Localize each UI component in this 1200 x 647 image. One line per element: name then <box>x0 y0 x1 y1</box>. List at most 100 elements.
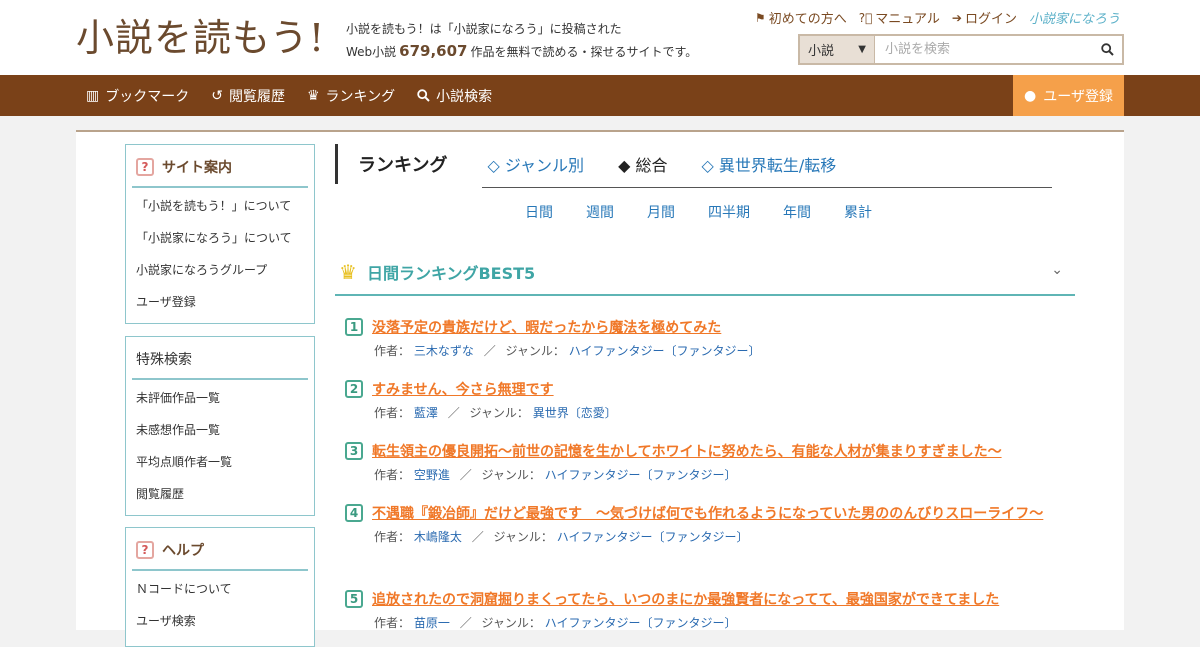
beginner-icon: ⚑ <box>754 10 766 25</box>
login-label: ログイン <box>964 12 1017 27</box>
sidebar-item-user-register[interactable]: ユーザ登録 <box>136 292 304 324</box>
author-link[interactable]: 苗原一 <box>414 616 450 630</box>
sidebar-item-avg-authors[interactable]: 平均点順作者一覧 <box>136 452 304 484</box>
sidebar-site-guide-header: ? サイト案内 <box>132 145 308 188</box>
sidebar-item-about-narou[interactable]: 「小説家になろう」について <box>136 228 304 260</box>
history-icon: ↺ <box>211 87 223 104</box>
work-count: 679,607 <box>399 42 468 60</box>
search-category-value: 小説 <box>808 44 835 59</box>
tab-overall[interactable]: ◆ 総合 <box>618 152 667 176</box>
sidebar-item-ncode[interactable]: Ｎコードについて <box>136 579 304 611</box>
genre-link[interactable]: ハイファンタジー〔ファンタジー〕 <box>545 616 737 630</box>
sidebar-item-narou-group[interactable]: 小説家になろうグループ <box>136 260 304 292</box>
manual-label: マニュアル <box>875 12 940 27</box>
genre-label: ジャンル： <box>481 616 541 630</box>
question-icon: ? <box>136 541 154 559</box>
nav-history[interactable]: ↺ 閲覧履歴 <box>211 86 285 106</box>
crown-icon: ♛ <box>339 260 357 284</box>
tagline-post: 作品を無料で読める・探せるサイトです。 <box>470 45 698 59</box>
search-category-select[interactable]: 小説 ▼ <box>800 36 875 63</box>
meta-separator: ／ <box>459 468 472 482</box>
author-label: 作者： <box>374 530 411 544</box>
search-box: 小説 ▼ <box>798 34 1124 65</box>
period-daily[interactable]: 日間 <box>525 202 553 222</box>
genre-label: ジャンル： <box>481 468 541 482</box>
genre-link[interactable]: 異世界〔恋愛〕 <box>533 406 617 420</box>
register-label: ユーザ登録 <box>1043 88 1113 105</box>
meta-separator: ／ <box>483 344 496 358</box>
beginner-label: 初めての方へ <box>768 12 847 27</box>
entry-title-link[interactable]: 転生領主の優良開拓〜前世の記憶を生かしてホワイトに努めたら、有能な人材が集まりす… <box>372 440 1002 464</box>
tagline-line1: 小説を読もう！は「小説家になろう」に投稿された <box>346 22 622 36</box>
genre-link[interactable]: ハイファンタジー〔ファンタジー〕 <box>557 530 749 544</box>
sidebar-item-unrated[interactable]: 未評価作品一覧 <box>136 388 304 420</box>
ranking-entry: 2 すみません、今さら無理です 作者： 藍澤 ／ ジャンル： 異世界〔恋愛〕 <box>345 378 1065 423</box>
chevron-down-icon: ▼ <box>858 44 866 55</box>
entry-title-link[interactable]: 不遇職『鍛冶師』だけど最強です ～気づけば何でも作れるようになっていた男ののんび… <box>372 502 1043 526</box>
tab-isekai[interactable]: ◇ 異世界転生/転移 <box>701 152 836 176</box>
chevron-down-icon[interactable]: ⌄ <box>1051 262 1063 278</box>
entry-meta: 作者： 木嶋隆太 ／ ジャンル： ハイファンタジー〔ファンタジー〕 <box>374 527 1065 547</box>
genre-link[interactable]: ハイファンタジー〔ファンタジー〕 <box>545 468 737 482</box>
rank-badge: 4 <box>345 504 363 522</box>
sidebar-item-no-review[interactable]: 未感想作品一覧 <box>136 420 304 452</box>
period-quarterly[interactable]: 四半期 <box>708 202 750 222</box>
entry-title-link[interactable]: 没落予定の貴族だけど、暇だったから魔法を極めてみた <box>372 316 721 340</box>
search-input[interactable] <box>875 36 1092 63</box>
nav-search[interactable]: 小説検索 <box>417 86 492 106</box>
entry-meta: 作者： 藍澤 ／ ジャンル： 異世界〔恋愛〕 <box>374 403 1065 423</box>
entry-meta: 作者： 空野進 ／ ジャンル： ハイファンタジー〔ファンタジー〕 <box>374 465 1065 485</box>
site-logo[interactable]: 小説を読もう! <box>76 14 325 62</box>
top-links: ⚑ 初めての方へ ?⃝ マニュアル ➔ ログイン 小説家になろう <box>754 8 1120 28</box>
nav-search-label: 小説検索 <box>436 88 493 105</box>
period-yearly[interactable]: 年間 <box>783 202 811 222</box>
sidebar-item-user-search[interactable]: ユーザ検索 <box>136 611 304 643</box>
best5-header[interactable]: ♛ 日間ランキングBEST5 ⌄ <box>335 250 1075 296</box>
entry-title-link[interactable]: すみません、今さら無理です <box>372 378 554 402</box>
entry-title-link[interactable]: 追放されたので洞窟掘りまくってたら、いつのまにか最強賢者になってて、最強国家がで… <box>372 588 999 612</box>
register-button[interactable]: ● ユーザ登録 <box>1013 75 1124 116</box>
author-link[interactable]: 藍澤 <box>414 406 438 420</box>
crown-icon: ♛ <box>306 87 320 104</box>
login-link[interactable]: ➔ ログイン <box>951 8 1017 28</box>
search-icon <box>417 89 430 102</box>
sidebar-item-about-yomou[interactable]: 「小説を読もう！」について <box>136 196 304 228</box>
nav-bookmark[interactable]: ▥ ブックマーク <box>86 86 189 106</box>
search-icon <box>1100 43 1114 56</box>
entry-meta: 作者： 三木なずな ／ ジャンル： ハイファンタジー〔ファンタジー〕 <box>374 341 1065 361</box>
ranking-entry: 5 追放されたので洞窟掘りまくってたら、いつのまにか最強賢者になってて、最強国家… <box>345 588 1065 633</box>
author-link[interactable]: 木嶋隆太 <box>414 530 462 544</box>
rank-badge: 5 <box>345 590 363 608</box>
site-tagline: 小説を読もう！は「小説家になろう」に投稿された Web小説 679,607 作品を無… <box>346 18 697 63</box>
author-label: 作者： <box>374 406 411 420</box>
search-button[interactable] <box>1092 36 1122 63</box>
sidebar-item-history[interactable]: 閲覧履歴 <box>136 484 304 516</box>
beginner-link[interactable]: ⚑ 初めての方へ <box>754 8 847 28</box>
nav-ranking[interactable]: ♛ ランキング <box>307 86 395 106</box>
nav-history-label: 閲覧履歴 <box>228 88 285 105</box>
site-header: 小説を読もう! 小説を読もう！は「小説家になろう」に投稿された Web小説 679… <box>0 0 1200 75</box>
author-link[interactable]: 三木なずな <box>414 344 474 358</box>
sidebar-help-title: ヘルプ <box>162 543 204 559</box>
question-icon: ? <box>136 158 154 176</box>
best5-title: 日間ランキングBEST5 <box>366 264 536 283</box>
period-weekly[interactable]: 週間 <box>586 202 614 222</box>
author-label: 作者： <box>374 344 411 358</box>
period-monthly[interactable]: 月間 <box>647 202 675 222</box>
author-link[interactable]: 空野進 <box>414 468 450 482</box>
tab-genre[interactable]: ◇ ジャンル別 <box>487 152 584 176</box>
ranking-entry: 1 没落予定の貴族だけど、暇だったから魔法を極めてみた 作者： 三木なずな ／ … <box>345 316 1065 361</box>
partner-logo-link[interactable]: 小説家になろう <box>1029 8 1120 27</box>
sidebar-special-search-header: 特殊検索 <box>132 337 308 380</box>
nav-ranking-label: ランキング <box>325 88 396 105</box>
genre-label: ジャンル： <box>493 530 553 544</box>
manual-link[interactable]: ?⃝ マニュアル <box>859 8 940 28</box>
meta-separator: ／ <box>447 406 460 420</box>
genre-link[interactable]: ハイファンタジー〔ファンタジー〕 <box>569 344 761 358</box>
author-label: 作者： <box>374 616 411 630</box>
rank-badge: 3 <box>345 442 363 460</box>
period-total[interactable]: 累計 <box>844 202 872 222</box>
login-icon: ➔ <box>951 10 962 25</box>
tabs-divider <box>482 187 1052 188</box>
entry-meta: 作者： 苗原一 ／ ジャンル： ハイファンタジー〔ファンタジー〕 <box>374 613 1065 633</box>
